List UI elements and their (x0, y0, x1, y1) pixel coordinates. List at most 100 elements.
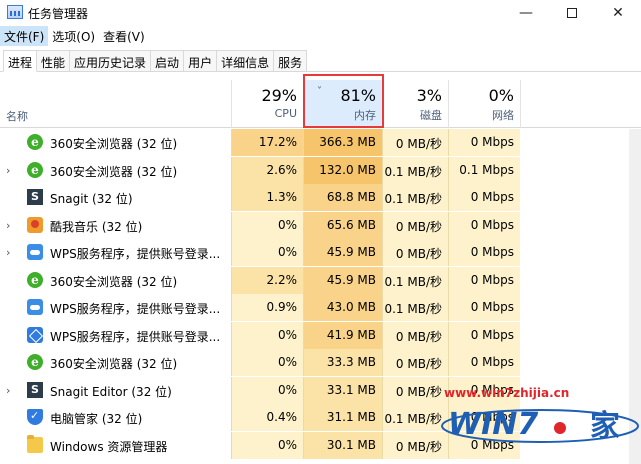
memory-cell: 45.9 MB (303, 266, 382, 294)
network-cell: 0.1 Mbps (448, 156, 520, 184)
process-name: 360安全浏览器 (32 位) (50, 357, 178, 371)
memory-cell: 366.3 MB (303, 129, 382, 156)
process-row[interactable]: WPS服务程序，提供账号登录... 0.9% 43.0 MB 0.1 MB/秒 0 Mb… (0, 294, 641, 322)
disk-cell: 0 MB/秒 (382, 431, 448, 459)
process-row[interactable]: e 360安全浏览器 (32 位) 0% 33.3 MB 0 MB/秒 0 Mbps (0, 349, 641, 377)
process-row[interactable]: S Snagit (32 位) 1.3% 68.8 MB 0.1 MB/秒 0 Mbps (0, 184, 641, 212)
memory-cell: 41.9 MB (303, 321, 382, 349)
process-name: WPS服务程序，提供账号登录... (50, 302, 221, 316)
network-cell: 0 Mbps (448, 129, 520, 156)
disk-cell: 0 MB/秒 (382, 239, 448, 266)
process-name: Snagit Editor (32 位) (50, 384, 172, 399)
column-disk-header[interactable]: 3% 磁盘 (382, 80, 448, 128)
tab-startup[interactable]: 启动 (150, 50, 185, 71)
close-button[interactable]: ✕ (595, 0, 641, 25)
tab-app-history[interactable]: 应用历史记录 (69, 50, 152, 71)
disk-cell: 0.1 MB/秒 (382, 404, 448, 431)
disk-cell: 0.1 MB/秒 (382, 184, 448, 211)
cpu-cell: 0% (231, 211, 303, 239)
snagit-icon: S (27, 381, 43, 398)
memory-cell: 43.0 MB (303, 294, 382, 321)
menu-bar: 文件(F) 选项(O) 查看(V) (0, 26, 149, 46)
shield-icon (27, 409, 43, 425)
cpu-cell: 0% (231, 431, 303, 459)
cpu-total-percent: 29% (261, 86, 297, 105)
memory-cell: 33.3 MB (303, 349, 382, 376)
disk-cell: 0 MB/秒 (382, 349, 448, 376)
process-name: 酷我音乐 (32 位) (50, 219, 143, 234)
window-title: 任务管理器 (28, 7, 89, 21)
cloud-icon (27, 299, 43, 315)
menu-file[interactable]: 文件(F) (0, 26, 49, 46)
network-cell: 0 Mbps (448, 211, 520, 239)
process-row[interactable]: WPS服务程序，提供账号登录... 0% 41.9 MB 0 MB/秒 0 Mbps (0, 321, 641, 350)
browser-360-icon: e (27, 271, 43, 288)
process-row[interactable]: e 360安全浏览器 (32 位) 17.2% 366.3 MB 0 MB/秒 0 Mbp… (0, 129, 641, 157)
disk-cell: 0 MB/秒 (382, 129, 448, 156)
cpu-cell: 17.2% (231, 129, 303, 156)
disk-cell: 0.1 MB/秒 (382, 156, 448, 184)
process-name: WPS服务程序，提供账号登录... (50, 247, 221, 261)
expand-chevron-icon[interactable]: › (6, 219, 10, 232)
tab-details[interactable]: 详细信息 (216, 50, 275, 71)
tab-users[interactable]: 用户 (183, 50, 218, 71)
process-row[interactable]: e 360安全浏览器 (32 位) 2.2% 45.9 MB 0.1 MB/秒 0 Mbp… (0, 266, 641, 295)
maximize-icon (567, 7, 577, 18)
disk-cell: 0.1 MB/秒 (382, 294, 448, 321)
cube-icon (27, 326, 43, 343)
network-cell: 0 Mbps (448, 239, 520, 266)
disk-label: 磁盘 (420, 109, 442, 122)
memory-cell: 132.0 MB (303, 156, 382, 184)
column-header-spacer (520, 80, 641, 128)
maximize-button[interactable] (549, 0, 595, 25)
cpu-cell: 0% (231, 349, 303, 376)
disk-cell: 0.1 MB/秒 (382, 266, 448, 294)
cpu-label: CPU (274, 107, 297, 120)
close-icon: ✕ (612, 4, 624, 21)
process-name: 360安全浏览器 (32 位) (50, 164, 178, 179)
network-cell: 0 Mbps (448, 266, 520, 294)
watermark-logo: WIN7 家 (441, 407, 639, 444)
memory-cell: 68.8 MB (303, 184, 382, 211)
process-row[interactable]: › WPS服务程序，提供账号登录... 0% 45.9 MB 0 MB/秒 0 Mbps (0, 239, 641, 267)
expand-chevron-icon[interactable]: › (6, 164, 10, 177)
tab-processes[interactable]: 进程 (3, 50, 38, 72)
minimize-button[interactable]: — (503, 0, 549, 25)
watermark-logo-text: WIN7 (448, 407, 538, 442)
menu-view[interactable]: 查看(V) (99, 26, 149, 46)
column-network-header[interactable]: 0% 网络 (448, 80, 520, 128)
process-row[interactable]: › e 360安全浏览器 (32 位) 2.6% 132.0 MB 0.1 MB/秒 0.1… (0, 156, 641, 185)
process-row[interactable]: › 酷我音乐 (32 位) 0% 65.6 MB 0 MB/秒 0 Mbps (0, 211, 641, 240)
expand-chevron-icon[interactable]: › (6, 384, 10, 397)
memory-cell: 31.1 MB (303, 404, 382, 431)
disk-cell: 0 MB/秒 (382, 211, 448, 239)
cpu-cell: 0.4% (231, 404, 303, 431)
memory-cell: 33.1 MB (303, 376, 382, 404)
tab-services[interactable]: 服务 (273, 50, 308, 71)
browser-360-icon: e (27, 354, 43, 370)
column-cpu-header[interactable]: 29% CPU (231, 80, 303, 128)
cpu-cell: 1.3% (231, 184, 303, 211)
network-cell: 0 Mbps (448, 349, 520, 376)
disk-cell: 0 MB/秒 (382, 376, 448, 404)
memory-cell: 45.9 MB (303, 239, 382, 266)
cpu-cell: 0% (231, 321, 303, 349)
cpu-cell: 2.6% (231, 156, 303, 184)
expand-chevron-icon[interactable]: › (6, 246, 10, 259)
disk-total-percent: 3% (416, 86, 442, 105)
network-cell: 0 Mbps (448, 294, 520, 321)
snagit-icon: S (27, 189, 43, 205)
memory-cell: 65.6 MB (303, 211, 382, 239)
browser-360-icon: e (27, 161, 43, 178)
menu-options[interactable]: 选项(O) (48, 26, 99, 46)
cpu-cell: 2.2% (231, 266, 303, 294)
process-name: 电脑管家 (32 位) (50, 412, 143, 426)
memory-cell: 30.1 MB (303, 431, 382, 459)
network-label: 网络 (492, 109, 514, 122)
process-name: 360安全浏览器 (32 位) (50, 137, 178, 151)
tab-performance[interactable]: 性能 (36, 50, 71, 71)
memory-highlight-box (303, 74, 384, 128)
network-cell: 0 Mbps (448, 184, 520, 211)
column-name-header[interactable]: 名称 (6, 108, 28, 124)
cpu-cell: 0% (231, 376, 303, 404)
